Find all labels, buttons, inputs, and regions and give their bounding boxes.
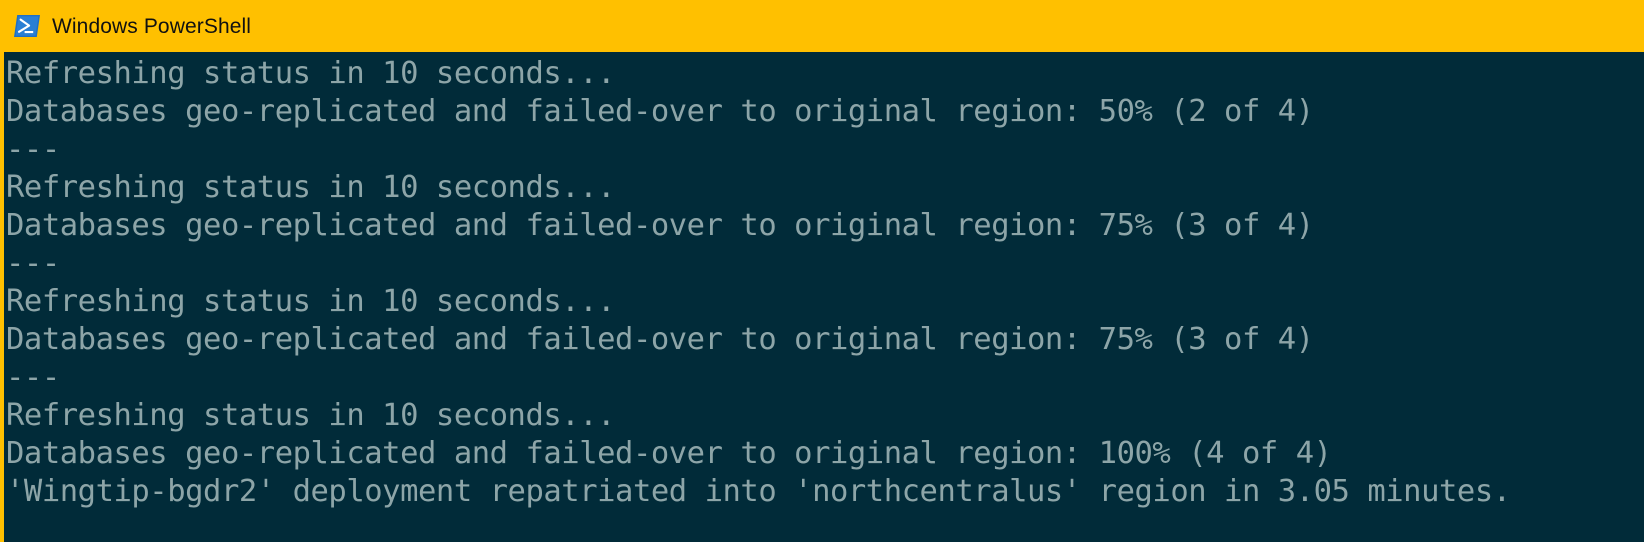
console-line: Refreshing status in 10 seconds... <box>6 56 616 91</box>
window-title-label: Windows PowerShell <box>52 14 252 38</box>
powershell-icon <box>14 15 40 37</box>
console-line: --- <box>6 246 60 281</box>
console-line: Refreshing status in 10 seconds... <box>6 170 616 205</box>
powershell-window: Windows PowerShell Refreshing status in … <box>0 0 1644 542</box>
terminal-output-area[interactable]: Refreshing status in 10 seconds... Datab… <box>0 52 1644 542</box>
console-line: Databases geo-replicated and failed-over… <box>6 208 1314 243</box>
console-line: Databases geo-replicated and failed-over… <box>6 94 1314 129</box>
console-line: Refreshing status in 10 seconds... <box>6 398 616 433</box>
console-line: 'Wingtip-bgdr2' deployment repatriated i… <box>6 474 1511 509</box>
console-line-list: Refreshing status in 10 seconds... Datab… <box>4 55 1644 511</box>
window-title-bar[interactable]: Windows PowerShell <box>0 0 1644 52</box>
console-line: Databases geo-replicated and failed-over… <box>6 322 1314 357</box>
console-line: --- <box>6 360 60 395</box>
console-line: Refreshing status in 10 seconds... <box>6 284 616 319</box>
console-line: Databases geo-replicated and failed-over… <box>6 436 1332 471</box>
console-line: --- <box>6 132 60 167</box>
